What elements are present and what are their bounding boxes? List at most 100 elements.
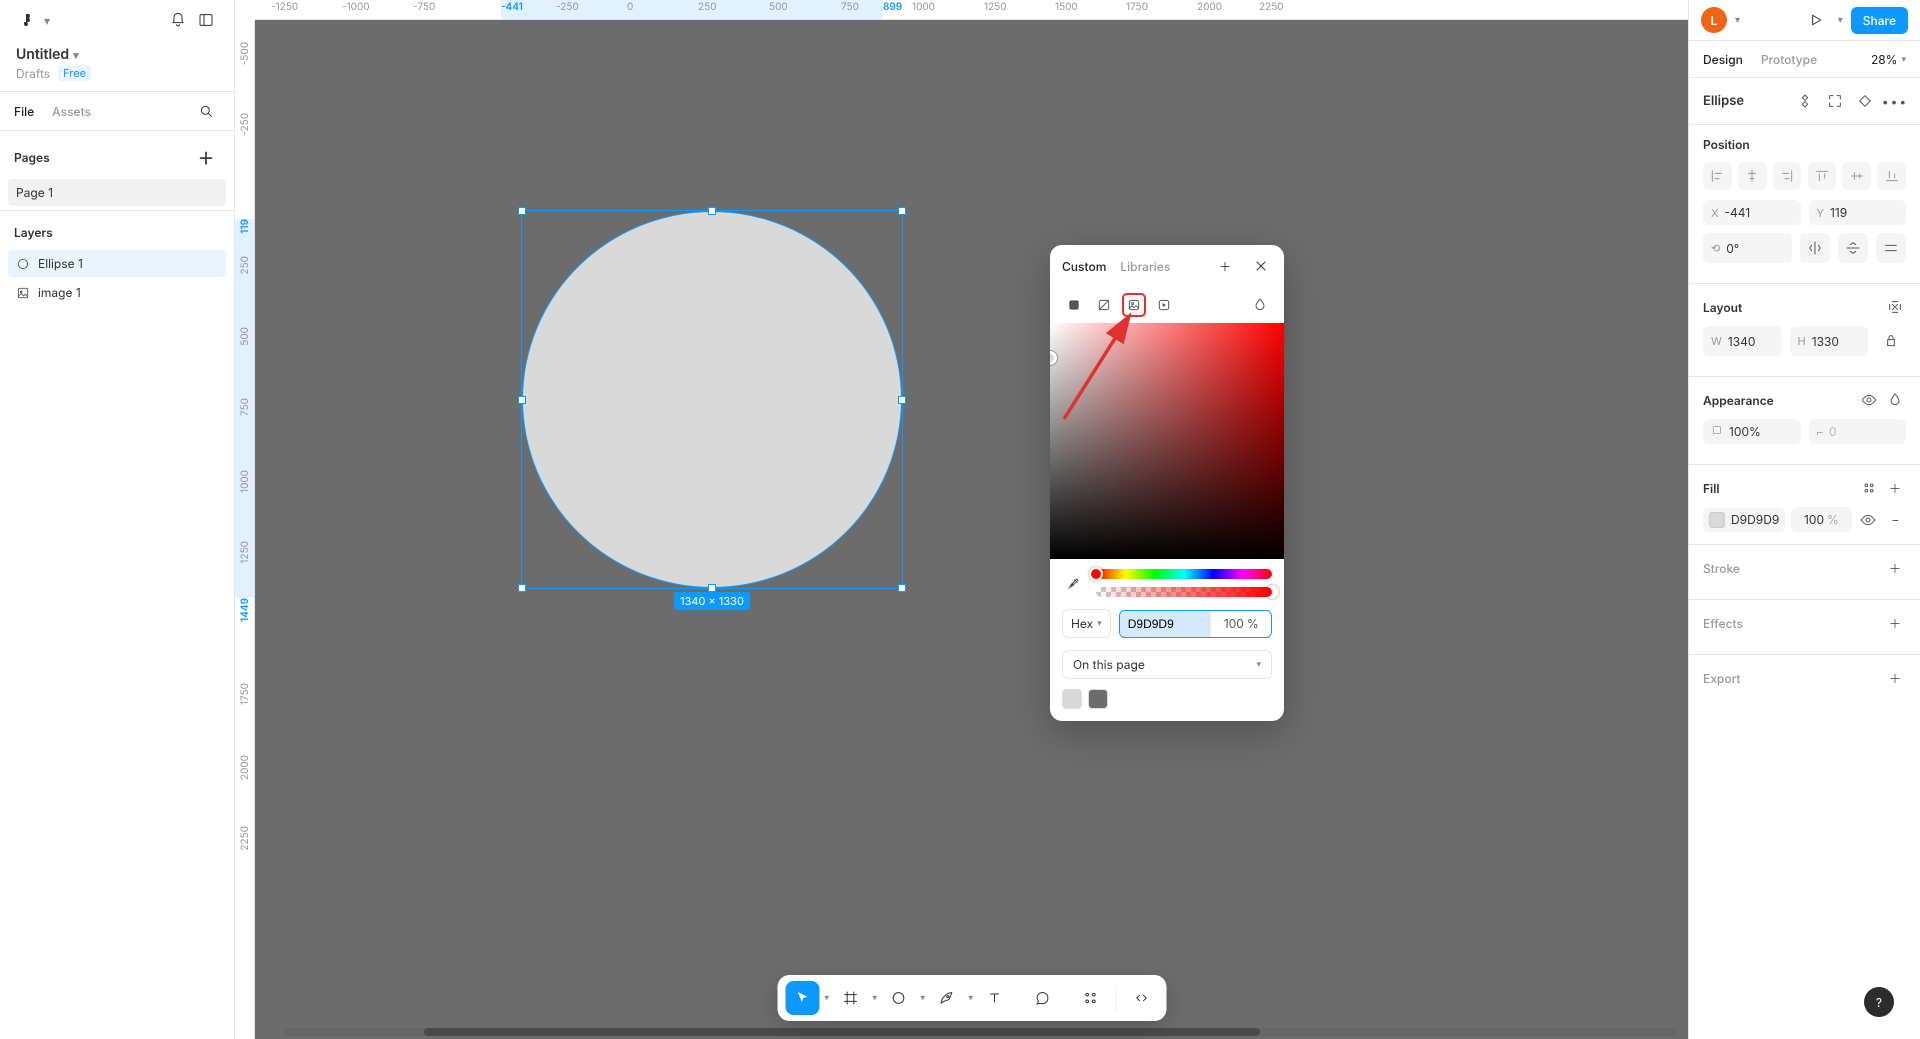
pen-tool[interactable]: ▾ bbox=[929, 981, 963, 1015]
sv-thumb[interactable] bbox=[1050, 351, 1057, 365]
layer-item[interactable]: Ellipse 1 bbox=[8, 250, 226, 277]
paint-image-icon[interactable] bbox=[1122, 293, 1146, 317]
layers-header: Layers bbox=[14, 225, 53, 240]
present-icon[interactable] bbox=[1802, 6, 1830, 34]
remove-fill-icon[interactable]: − bbox=[1885, 509, 1906, 531]
height-field[interactable]: H1330 bbox=[1790, 326, 1869, 356]
align-vcenter-icon[interactable] bbox=[1842, 162, 1871, 190]
selection-name: Ellipse bbox=[1703, 93, 1786, 109]
fill-header: Fill bbox=[1703, 481, 1719, 496]
tab-libraries[interactable]: Libraries bbox=[1120, 259, 1170, 274]
color-scope-select[interactable]: On this page ▾ bbox=[1062, 650, 1272, 679]
notifications-icon[interactable] bbox=[164, 6, 192, 34]
hex-input[interactable] bbox=[1120, 611, 1211, 637]
align-left-icon[interactable] bbox=[1703, 162, 1732, 190]
avatar[interactable]: L bbox=[1701, 7, 1727, 33]
corner-radius-field[interactable]: ⌐0 bbox=[1809, 419, 1907, 444]
paint-gradient-icon[interactable] bbox=[1092, 293, 1116, 317]
stroke-header[interactable]: Stroke bbox=[1703, 561, 1740, 576]
tab-design[interactable]: Design bbox=[1703, 52, 1743, 67]
x-field[interactable]: X-441 bbox=[1703, 200, 1801, 225]
frame-tool[interactable]: ▾ bbox=[833, 981, 867, 1015]
horizontal-ruler: -1250-1000-750-441-250025050075089910001… bbox=[255, 0, 1688, 20]
canvas[interactable]: 1340 × 1330 Custom Libraries ＋ bbox=[255, 20, 1688, 1039]
tab-assets[interactable]: Assets bbox=[52, 104, 91, 119]
close-icon[interactable] bbox=[1250, 255, 1272, 277]
component-icon[interactable] bbox=[1794, 90, 1816, 112]
drafts-crumb[interactable]: Drafts bbox=[16, 66, 50, 81]
tab-file[interactable]: File bbox=[14, 104, 34, 119]
width-field[interactable]: W1340 bbox=[1703, 326, 1782, 356]
add-effect-icon[interactable]: ＋ bbox=[1884, 612, 1906, 634]
chevron-down-icon[interactable]: ▾ bbox=[1735, 14, 1740, 26]
layer-item[interactable]: image 1 bbox=[8, 279, 226, 306]
blend-mode-icon[interactable] bbox=[1248, 293, 1272, 317]
fill-color-chip[interactable]: D9D9D9 bbox=[1703, 508, 1785, 532]
pages-header: Pages bbox=[14, 150, 50, 165]
document-title[interactable]: Untitled bbox=[16, 46, 69, 63]
ellipse-icon bbox=[16, 257, 30, 271]
ellipse-shape[interactable] bbox=[522, 211, 902, 588]
figma-menu[interactable] bbox=[14, 6, 42, 34]
fill-visibility-icon[interactable] bbox=[1858, 509, 1879, 531]
flip-h-icon[interactable] bbox=[1800, 233, 1830, 263]
share-button[interactable]: Share bbox=[1851, 7, 1908, 34]
visibility-icon[interactable] bbox=[1858, 389, 1880, 411]
add-fill-icon[interactable]: ＋ bbox=[1884, 477, 1906, 499]
horizontal-scrollbar[interactable] bbox=[285, 1028, 1678, 1036]
more-transform-icon[interactable] bbox=[1876, 233, 1906, 263]
plan-badge[interactable]: Free bbox=[58, 65, 91, 81]
rotation-field[interactable]: ⟲0° bbox=[1703, 233, 1792, 263]
fit-icon[interactable] bbox=[1824, 90, 1846, 112]
eyedropper-icon[interactable] bbox=[1062, 571, 1086, 595]
align-right-icon[interactable] bbox=[1773, 162, 1802, 190]
paint-video-icon[interactable] bbox=[1152, 293, 1176, 317]
tab-prototype[interactable]: Prototype bbox=[1761, 52, 1817, 67]
selection-box[interactable]: 1340 × 1330 bbox=[521, 210, 903, 589]
search-icon[interactable] bbox=[192, 97, 220, 125]
fill-opacity[interactable]: 100% bbox=[1791, 507, 1851, 532]
chevron-down-icon[interactable]: ▾ bbox=[1838, 14, 1843, 26]
toggle-sidebar-icon[interactable] bbox=[192, 6, 220, 34]
hue-slider[interactable] bbox=[1096, 569, 1272, 579]
align-bottom-icon[interactable] bbox=[1877, 162, 1906, 190]
add-page-icon[interactable]: ＋ bbox=[192, 143, 220, 171]
flip-v-icon[interactable] bbox=[1838, 233, 1868, 263]
variant-icon[interactable] bbox=[1854, 90, 1876, 112]
move-tool[interactable]: ▾ bbox=[785, 981, 819, 1015]
paint-solid-icon[interactable] bbox=[1062, 293, 1086, 317]
alpha-slider[interactable] bbox=[1096, 587, 1272, 597]
chevron-down-icon[interactable]: ▾ bbox=[44, 13, 50, 28]
dev-mode-toggle[interactable] bbox=[1124, 981, 1158, 1015]
more-icon[interactable]: ••• bbox=[1884, 90, 1906, 112]
effects-header[interactable]: Effects bbox=[1703, 616, 1743, 631]
page-item[interactable]: Page 1 bbox=[8, 179, 226, 206]
zoom-control[interactable]: 28% ▾ bbox=[1871, 52, 1906, 67]
opacity-value[interactable]: 100 bbox=[1224, 616, 1244, 631]
autolayout-icon[interactable] bbox=[1884, 296, 1906, 318]
document-swatch[interactable] bbox=[1088, 689, 1108, 709]
document-swatch[interactable] bbox=[1062, 689, 1082, 709]
color-format-select[interactable]: Hex ▾ bbox=[1062, 609, 1111, 638]
actions-tool[interactable] bbox=[1073, 981, 1107, 1015]
opacity-field[interactable]: 100% bbox=[1703, 419, 1801, 444]
text-tool[interactable] bbox=[977, 981, 1011, 1015]
comment-tool[interactable] bbox=[1025, 981, 1059, 1015]
chevron-down-icon[interactable]: ▾ bbox=[73, 48, 79, 62]
fill-styles-icon[interactable] bbox=[1858, 477, 1880, 499]
y-field[interactable]: Y119 bbox=[1809, 200, 1907, 225]
layer-label: Ellipse 1 bbox=[38, 256, 83, 271]
help-button[interactable]: ? bbox=[1864, 987, 1894, 1017]
align-top-icon[interactable] bbox=[1808, 162, 1837, 190]
appearance-header: Appearance bbox=[1703, 393, 1774, 408]
add-export-icon[interactable]: ＋ bbox=[1884, 667, 1906, 689]
shape-tool[interactable]: ▾ bbox=[881, 981, 915, 1015]
add-style-icon[interactable]: ＋ bbox=[1214, 255, 1236, 277]
export-header[interactable]: Export bbox=[1703, 671, 1741, 686]
add-stroke-icon[interactable]: ＋ bbox=[1884, 557, 1906, 579]
blend-icon[interactable] bbox=[1884, 389, 1906, 411]
align-hcenter-icon[interactable] bbox=[1738, 162, 1767, 190]
lock-ratio-icon[interactable] bbox=[1876, 326, 1906, 356]
tab-custom[interactable]: Custom bbox=[1062, 259, 1106, 274]
saturation-value-area[interactable] bbox=[1050, 323, 1284, 559]
